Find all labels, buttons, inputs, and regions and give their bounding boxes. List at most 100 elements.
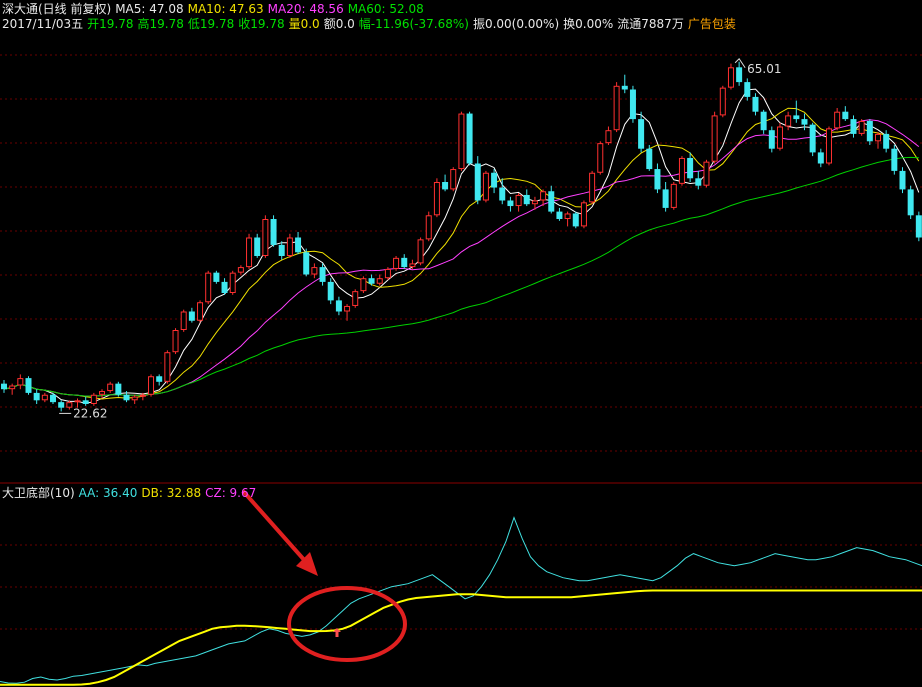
candle <box>9 383 16 395</box>
candle <box>33 389 40 404</box>
candle <box>82 396 89 406</box>
candle <box>589 170 596 205</box>
candle-body <box>50 394 57 403</box>
candle <box>458 111 465 171</box>
stock-name[interactable]: 深大通(日线 前复权) <box>2 2 111 16</box>
candle-body <box>540 191 547 201</box>
candle-body <box>760 111 767 131</box>
candle <box>776 122 783 151</box>
candle-body <box>858 120 865 134</box>
change-value: 幅-11.96(-37.68%) <box>358 17 469 31</box>
candle <box>278 241 285 260</box>
candle-body <box>768 130 775 149</box>
high-price-label: 65.01 <box>747 62 781 76</box>
float-shares-value: 流通7887万 <box>617 17 684 31</box>
candle <box>687 152 694 182</box>
candle <box>148 374 155 397</box>
candle-body <box>319 267 326 282</box>
candle <box>393 256 400 271</box>
candle <box>744 78 751 101</box>
candle-body <box>727 67 734 88</box>
candle-body <box>482 172 489 201</box>
candle-body <box>344 305 351 312</box>
candle-body <box>1 383 7 390</box>
candle-body <box>523 194 530 205</box>
candle <box>417 237 424 266</box>
candle <box>442 174 449 192</box>
candle-body <box>703 161 710 186</box>
candle <box>115 381 122 397</box>
candle-body <box>711 115 718 162</box>
candle <box>654 163 661 194</box>
ad-link[interactable]: 广告包装 <box>688 17 736 31</box>
candle-body <box>58 402 65 408</box>
candle-body <box>295 237 302 253</box>
candle <box>474 156 481 205</box>
ma60-line <box>3 156 919 397</box>
ma20-value: MA20: 48.56 <box>267 2 344 16</box>
ohlc-header: 2017/11/03五 开19.78 高19.78 低19.78 收19.78 量0.0 额… <box>2 16 740 32</box>
candle <box>376 274 383 286</box>
candle <box>801 113 808 131</box>
ma5-value: MA5: 47.08 <box>115 2 184 16</box>
candle <box>629 85 636 123</box>
candle-body <box>433 182 440 216</box>
candle-body <box>580 202 587 227</box>
candle-body <box>66 402 73 408</box>
candle <box>58 400 65 412</box>
candle-body <box>123 394 130 401</box>
candle-body <box>458 113 465 170</box>
candle-body <box>278 244 285 256</box>
candle <box>295 231 302 255</box>
candle-body <box>719 87 726 116</box>
candle <box>107 381 114 393</box>
candle <box>825 126 832 166</box>
volume-value: 量0.0 <box>288 17 320 31</box>
candle-body <box>384 268 391 279</box>
candle <box>466 111 473 166</box>
candle <box>605 126 612 145</box>
candle-body <box>613 85 620 131</box>
price-header: 深大通(日线 前复权) MA5: 47.08 MA10: 47.63 MA20: 48… <box>2 1 428 17</box>
candle <box>719 85 726 118</box>
candle <box>809 122 816 157</box>
candle <box>703 159 710 188</box>
highlight-ellipse <box>287 586 407 662</box>
candle-body <box>180 311 187 330</box>
candle-body <box>368 278 375 284</box>
candle-body <box>303 252 310 275</box>
candle <box>237 265 244 275</box>
candle-body <box>254 237 261 256</box>
candle <box>662 182 669 212</box>
candle-body <box>891 148 898 171</box>
candle-body <box>531 200 538 205</box>
candle-body <box>491 172 498 188</box>
candle <box>25 376 32 395</box>
candle-body <box>164 352 171 382</box>
candle <box>760 109 767 134</box>
candle-body <box>425 215 432 240</box>
candle <box>768 126 775 153</box>
candle-body <box>752 96 759 112</box>
candle-body <box>237 267 244 273</box>
candle <box>1 379 7 393</box>
candle <box>164 350 171 384</box>
indicator-name[interactable]: 大卫底部(10) <box>2 486 75 500</box>
candle <box>221 278 228 295</box>
candle <box>213 270 220 284</box>
candle-body <box>842 111 849 120</box>
candle-body <box>850 119 857 134</box>
candle <box>270 215 277 247</box>
candle <box>156 374 163 386</box>
candle <box>670 182 677 210</box>
buy-signal-icon-stem <box>335 632 339 637</box>
candle-body <box>376 278 383 284</box>
low-value: 低19.78 <box>187 17 235 31</box>
high-value: 高19.78 <box>137 17 184 31</box>
candle-body <box>883 133 890 149</box>
aa-line <box>0 516 922 684</box>
candle <box>425 211 432 242</box>
candle-body <box>474 163 481 201</box>
candlestick-series <box>1 61 922 412</box>
candle-body <box>662 189 669 208</box>
